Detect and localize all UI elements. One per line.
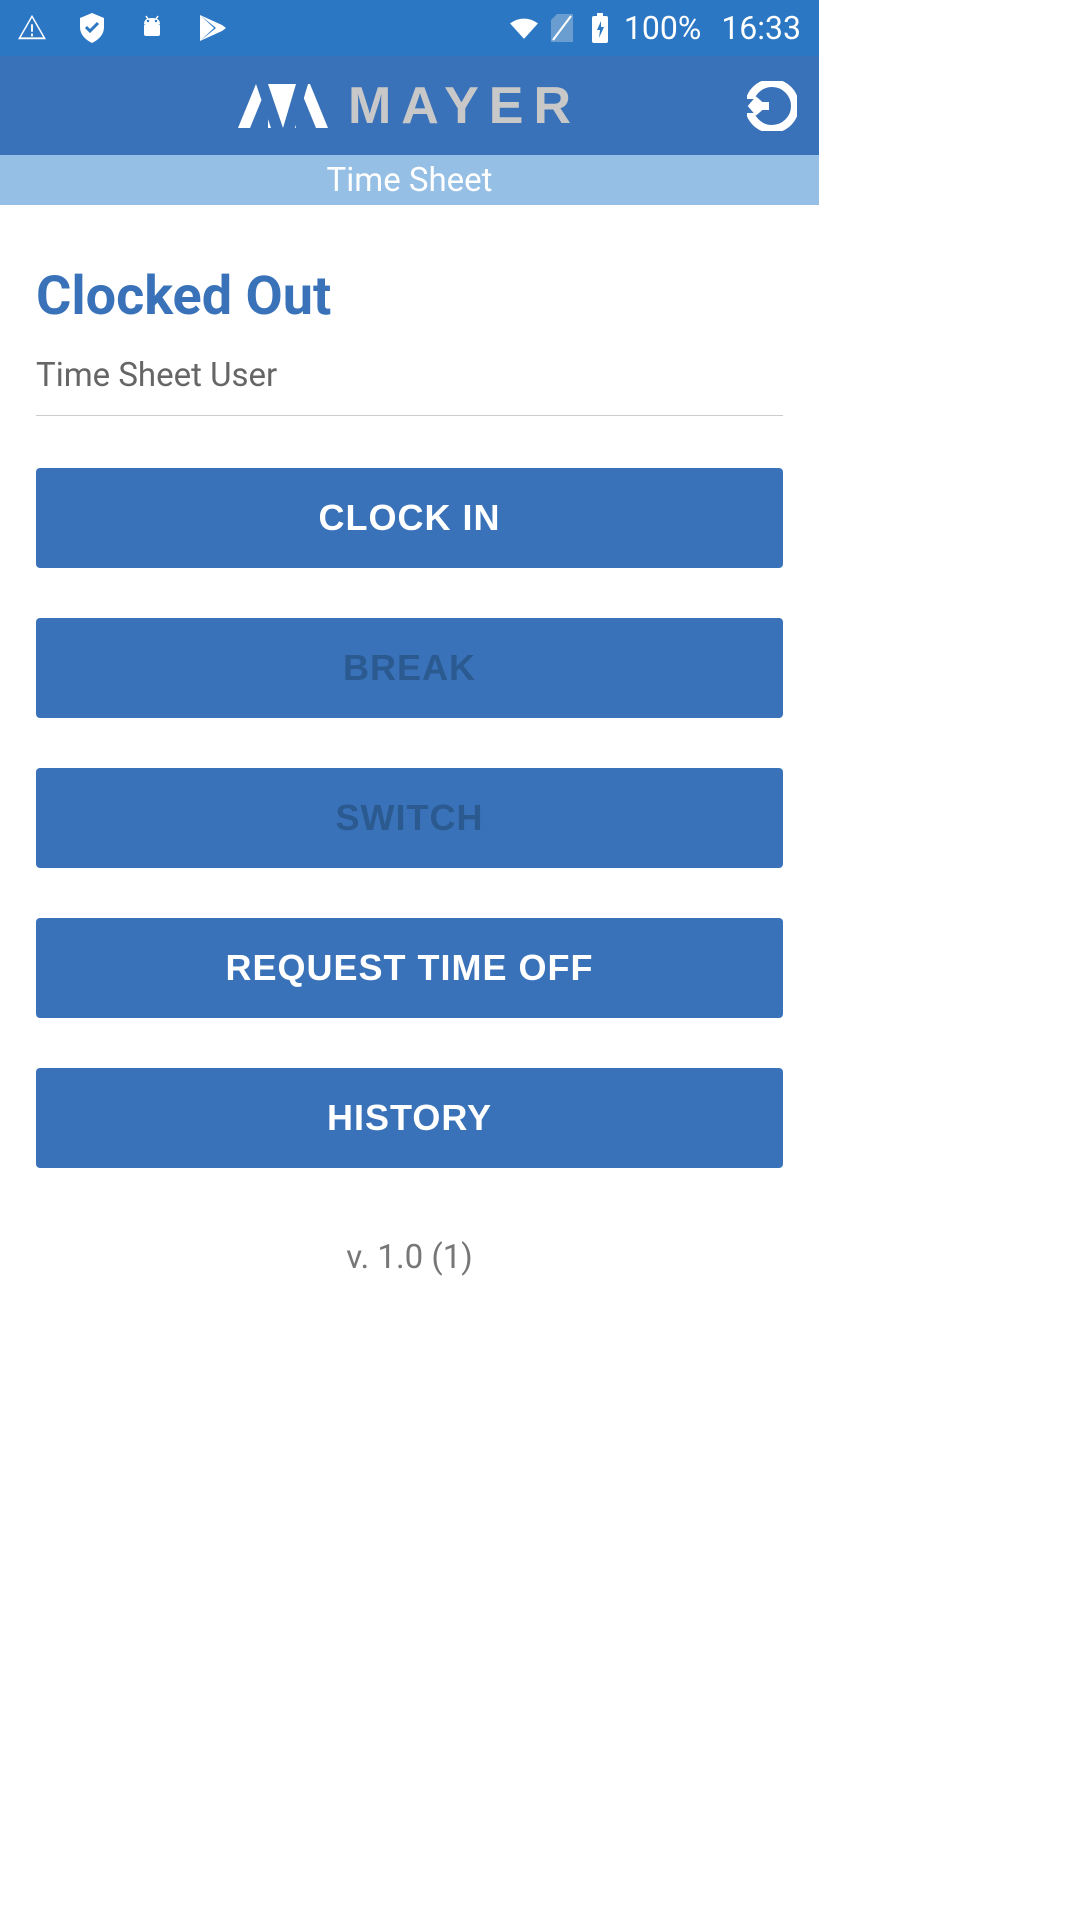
user-label: Time Sheet User: [36, 356, 783, 416]
status-left-icons: [18, 14, 226, 42]
main-content: Clocked Out Time Sheet User CLOCK IN BRE…: [0, 205, 819, 1277]
switch-button[interactable]: SWITCH: [36, 768, 783, 868]
request-time-off-button[interactable]: REQUEST TIME OFF: [36, 918, 783, 1018]
mayer-logo-icon: [238, 84, 328, 128]
android-icon: [138, 14, 166, 42]
section-header: Time Sheet: [0, 155, 819, 205]
play-store-icon: [198, 14, 226, 42]
status-bar: 100% 16:33: [0, 0, 819, 56]
shield-check-icon: [78, 14, 106, 42]
warning-icon: [18, 14, 46, 42]
section-title: Time Sheet: [327, 161, 493, 200]
logout-button[interactable]: [747, 81, 797, 131]
clock-time: 16:33: [721, 9, 801, 47]
battery-percentage: 100%: [624, 9, 701, 47]
brand-name: MAYER: [348, 76, 581, 136]
version-label: v. 1.0 (1): [36, 1238, 783, 1277]
wifi-icon: [510, 14, 538, 42]
brand-logo: MAYER: [238, 76, 581, 136]
break-button[interactable]: BREAK: [36, 618, 783, 718]
history-button[interactable]: HISTORY: [36, 1068, 783, 1168]
clock-in-button[interactable]: CLOCK IN: [36, 468, 783, 568]
sim-icon: [548, 14, 576, 42]
battery-icon: [586, 14, 614, 42]
app-bar: MAYER: [0, 56, 819, 155]
status-right: 100% 16:33: [510, 9, 801, 47]
clock-status-title: Clocked Out: [36, 265, 783, 328]
